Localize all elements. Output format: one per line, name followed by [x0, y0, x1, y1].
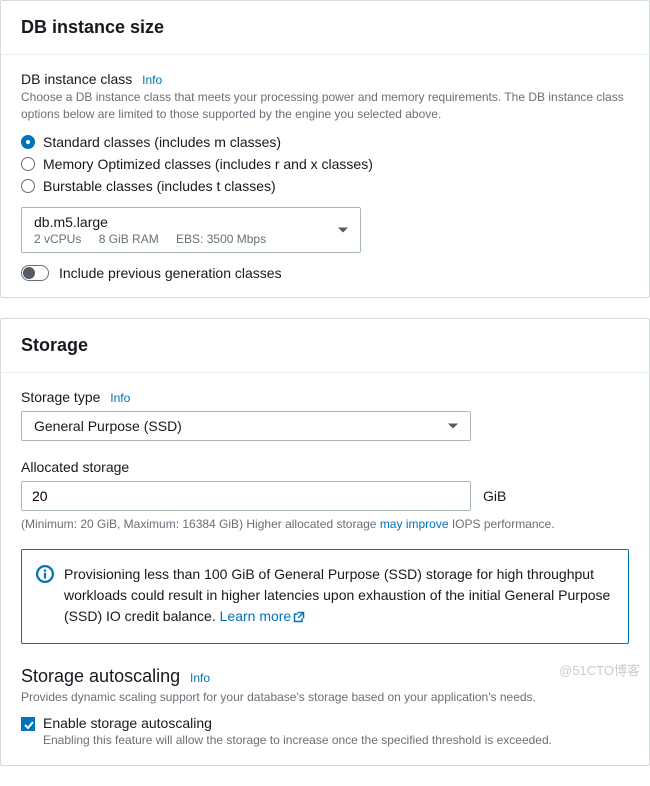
allocated-storage-hint: (Minimum: 20 GiB, Maximum: 16384 GiB) Hi…	[21, 517, 629, 531]
panel-body: DB instance class Info Choose a DB insta…	[1, 55, 649, 297]
allocated-storage-label: Allocated storage	[21, 459, 129, 475]
radio-standard-classes[interactable]: Standard classes (includes m classes)	[21, 131, 629, 153]
db-instance-class-description: Choose a DB instance class that meets yo…	[21, 89, 629, 123]
radio-icon	[21, 157, 35, 171]
toggle-knob-icon	[23, 267, 35, 279]
panel-body: Storage type Info General Purpose (SSD) …	[1, 373, 649, 766]
include-prev-gen-row: Include previous generation classes	[21, 265, 629, 281]
include-prev-gen-label: Include previous generation classes	[59, 265, 282, 281]
instance-class-radio-group: Standard classes (includes m classes) Me…	[21, 131, 629, 197]
enable-autoscaling-description: Enabling this feature will allow the sto…	[43, 732, 629, 749]
db-instance-size-title: DB instance size	[21, 17, 629, 38]
panel-header: DB instance size	[1, 1, 649, 55]
db-instance-class-info-link[interactable]: Info	[142, 73, 162, 87]
may-improve-link[interactable]: may improve	[380, 517, 449, 531]
instance-ebs: EBS: 3500 Mbps	[176, 232, 266, 246]
external-link-icon	[293, 608, 305, 629]
chevron-down-icon	[448, 423, 458, 428]
storage-type-info-link[interactable]: Info	[110, 391, 130, 405]
radio-label: Memory Optimized classes (includes r and…	[43, 156, 373, 172]
radio-icon	[21, 135, 35, 149]
enable-autoscaling-row: Enable storage autoscaling Enabling this…	[21, 715, 629, 749]
radio-label: Standard classes (includes m classes)	[43, 134, 281, 150]
db-instance-class-label: DB instance class	[21, 71, 132, 87]
storage-provisioning-alert: Provisioning less than 100 GiB of Genera…	[21, 549, 629, 644]
allocated-storage-input[interactable]	[21, 481, 471, 511]
storage-type-value: General Purpose (SSD)	[34, 418, 182, 434]
storage-autoscaling-info-link[interactable]: Info	[190, 671, 210, 685]
storage-type-select[interactable]: General Purpose (SSD)	[21, 411, 471, 441]
radio-label: Burstable classes (includes t classes)	[43, 178, 276, 194]
radio-burstable-classes[interactable]: Burstable classes (includes t classes)	[21, 175, 629, 197]
learn-more-link[interactable]: Learn more	[220, 608, 306, 624]
info-icon	[36, 565, 54, 583]
enable-autoscaling-label: Enable storage autoscaling	[43, 715, 629, 731]
radio-icon	[21, 179, 35, 193]
instance-class-select[interactable]: db.m5.large 2 vCPUs 8 GiB RAM EBS: 3500 …	[21, 207, 361, 253]
panel-header: Storage	[1, 319, 649, 373]
instance-ram: 8 GiB RAM	[99, 232, 159, 246]
alert-text: Provisioning less than 100 GiB of Genera…	[64, 564, 614, 629]
instance-select-details: 2 vCPUs 8 GiB RAM EBS: 3500 Mbps	[34, 232, 348, 246]
storage-type-label: Storage type	[21, 389, 100, 405]
instance-select-value: db.m5.large	[34, 214, 348, 230]
watermark: @51CTO博客	[559, 660, 640, 679]
enable-autoscaling-checkbox[interactable]	[21, 717, 35, 731]
chevron-down-icon	[338, 227, 348, 232]
radio-memory-optimized-classes[interactable]: Memory Optimized classes (includes r and…	[21, 153, 629, 175]
storage-title: Storage	[21, 335, 629, 356]
db-instance-size-panel: DB instance size DB instance class Info …	[0, 0, 650, 298]
allocated-storage-unit: GiB	[483, 488, 506, 504]
include-prev-gen-toggle[interactable]	[21, 265, 49, 281]
storage-panel: Storage Storage type Info General Purpos…	[0, 318, 650, 767]
storage-autoscaling-title: Storage autoscaling	[21, 666, 180, 687]
instance-vcpus: 2 vCPUs	[34, 232, 81, 246]
storage-autoscaling-description: Provides dynamic scaling support for you…	[21, 689, 629, 706]
